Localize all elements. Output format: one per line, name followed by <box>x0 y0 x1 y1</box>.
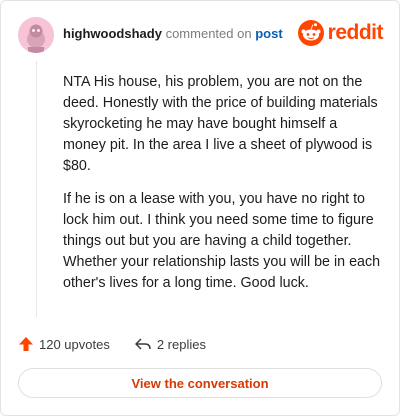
view-conversation-button[interactable]: View the conversation <box>18 368 382 398</box>
snoo-avatar-icon <box>18 17 54 53</box>
reply-count: 2 replies <box>156 336 206 352</box>
upvote-button[interactable]: 120 upvotes <box>18 336 110 352</box>
thread-line <box>36 61 37 317</box>
username[interactable]: highwoodshady <box>63 26 162 41</box>
comment-card: highwoodshady commented on post reddit N… <box>0 0 400 416</box>
reply-arrow-icon <box>135 338 151 350</box>
upvote-count: 120 upvotes <box>39 336 110 352</box>
reddit-logo[interactable]: reddit <box>297 18 384 48</box>
comment-actions: 120 upvotes 2 replies <box>18 334 230 354</box>
comment-paragraph: NTA His house, his problem, you are not … <box>63 74 378 174</box>
post-link[interactable]: post <box>255 26 282 41</box>
replies-button[interactable]: 2 replies <box>134 336 206 352</box>
comment-paragraph: If he is on a lease with you, you have n… <box>63 191 381 291</box>
comment-body: NTA His house, his problem, you are not … <box>63 72 381 306</box>
avatar[interactable] <box>18 17 54 53</box>
commented-label: commented on <box>165 26 252 41</box>
brand-wordmark: reddit <box>327 21 384 44</box>
byline: highwoodshady commented on post <box>63 26 283 42</box>
reddit-snoo-icon <box>297 20 324 46</box>
upvote-arrow-icon <box>19 337 33 351</box>
comment-header: highwoodshady commented on post reddit <box>18 17 384 53</box>
